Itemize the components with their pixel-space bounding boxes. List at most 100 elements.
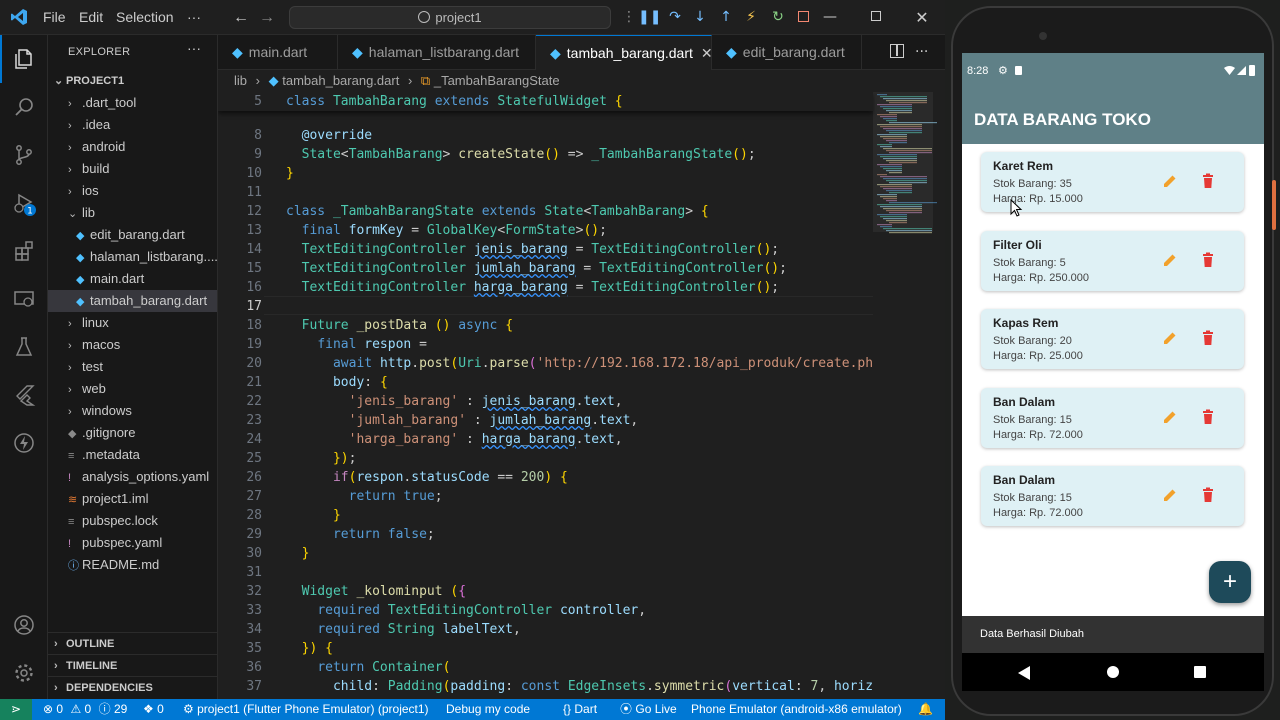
item-card[interactable]: Kapas Rem Stok Barang: 20 Harga: Rp. 25.00…	[981, 309, 1244, 369]
source-control-icon[interactable]	[0, 131, 48, 179]
remote-indicator-icon[interactable]: ⋗	[0, 699, 32, 720]
remote-explorer-icon[interactable]	[0, 275, 48, 323]
maximize-icon[interactable]	[853, 0, 899, 35]
debug-target[interactable]: ⚙ project1 (Flutter Phone Emulator) (pro…	[183, 699, 429, 720]
menu-selection[interactable]: Selection	[116, 0, 174, 35]
menu-file[interactable]: File	[43, 0, 66, 35]
hot-reload-icon[interactable]: ⚡	[740, 6, 762, 28]
run-debug-icon[interactable]: 1	[0, 179, 48, 227]
thunder-client-icon[interactable]	[0, 419, 48, 467]
volume-button[interactable]	[1272, 180, 1276, 230]
tree-item[interactable]: ◆ .gitignore	[48, 422, 217, 444]
tree-item[interactable]: › test	[48, 356, 217, 378]
tree-item[interactable]: ≡ .metadata	[48, 444, 217, 466]
minimap[interactable]	[873, 92, 945, 699]
search-icon[interactable]	[0, 83, 48, 131]
close-tab-icon[interactable]: ✕	[701, 45, 711, 61]
problems-indicator[interactable]: ⊗ 0 ⚠ 0 ⓘ 29	[43, 699, 127, 720]
project-root[interactable]: ⌄ PROJECT1	[48, 70, 217, 92]
edit-pencil-icon[interactable]	[1161, 251, 1179, 269]
step-into-icon[interactable]: ↓	[689, 6, 711, 28]
drag-handle-icon[interactable]: ⋮	[618, 6, 640, 28]
item-card[interactable]: Filter Oli Stok Barang: 5 Harga: Rp. 250.0…	[981, 230, 1244, 291]
delete-trash-icon[interactable]	[1199, 251, 1217, 269]
tree-item[interactable]: ⌄ lib	[48, 202, 217, 224]
delete-trash-icon[interactable]	[1199, 408, 1217, 426]
add-item-button[interactable]: +	[1209, 561, 1251, 603]
step-out-icon[interactable]: ↑	[715, 6, 737, 28]
tree-item[interactable]: ! pubspec.yaml	[48, 532, 217, 554]
go-live-button[interactable]: ⦿ Go Live	[620, 699, 677, 720]
step-over-icon[interactable]: ↷	[664, 6, 686, 28]
edit-pencil-icon[interactable]	[1161, 486, 1179, 504]
close-icon[interactable]: ✕	[899, 0, 945, 35]
bell-icon[interactable]: 🔔	[918, 699, 933, 720]
edit-pencil-icon[interactable]	[1161, 329, 1179, 347]
tree-item[interactable]: › ios	[48, 180, 217, 202]
breadcrumb-symbol[interactable]: _TambahBarangState	[434, 73, 560, 88]
tab-halaman-listbarang[interactable]: ◆ halaman_listbarang.dart	[338, 35, 536, 70]
recents-nav-icon[interactable]	[1194, 666, 1206, 678]
sticky-scroll-header[interactable]: 5 class TambahBarang extends StatefulWid…	[218, 92, 873, 111]
back-arrow-icon[interactable]: ←	[233, 0, 249, 35]
back-nav-icon[interactable]	[1018, 665, 1030, 684]
tab-main-dart[interactable]: ◆ main.dart	[218, 35, 338, 70]
tree-item[interactable]: › android	[48, 136, 217, 158]
tree-item[interactable]: ≡ pubspec.lock	[48, 510, 217, 532]
testing-icon[interactable]	[0, 323, 48, 371]
forward-arrow-icon[interactable]: →	[259, 0, 275, 35]
code-editor[interactable]: 5 class TambahBarang extends StatefulWid…	[218, 92, 945, 699]
tree-item[interactable]: ≋ project1.iml	[48, 488, 217, 510]
outline-section[interactable]: › OUTLINE	[48, 632, 217, 654]
tree-item[interactable]: ! analysis_options.yaml	[48, 466, 217, 488]
home-nav-icon[interactable]	[1107, 666, 1119, 678]
explorer-icon[interactable]	[0, 35, 48, 83]
tab-edit-barang[interactable]: ◆ edit_barang.dart	[712, 35, 862, 70]
search-icon	[418, 11, 431, 23]
timeline-section[interactable]: › TIMELINE	[48, 654, 217, 676]
item-card[interactable]: Ban Dalam Stok Barang: 15 Harga: Rp. 72.00…	[981, 387, 1244, 448]
code-line: }	[332, 508, 341, 523]
tree-item[interactable]: › .idea	[48, 114, 217, 136]
tree-item[interactable]: › windows	[48, 400, 217, 422]
delete-trash-icon[interactable]	[1199, 329, 1217, 347]
ports-indicator[interactable]: ❖ 0	[143, 699, 164, 720]
gear-icon[interactable]	[0, 649, 48, 697]
more-actions-icon[interactable]: ···	[915, 35, 928, 70]
info-icon: ⓘ	[98, 702, 111, 716]
tree-item[interactable]: › .dart_tool	[48, 92, 217, 114]
tree-item[interactable]: › linux	[48, 312, 217, 334]
debug-config[interactable]: Debug my code	[446, 699, 530, 720]
pause-icon[interactable]: ❚❚	[638, 6, 661, 28]
tree-item[interactable]: ◆ halaman_listbarang....	[48, 246, 217, 268]
device-selector[interactable]: Phone Emulator (android-x86 emulator)	[691, 699, 902, 720]
breadcrumb-folder[interactable]: lib	[234, 73, 247, 88]
delete-trash-icon[interactable]	[1199, 172, 1217, 190]
split-editor-icon[interactable]	[890, 44, 904, 58]
tree-item[interactable]: ⓘ README.md	[48, 554, 217, 576]
edit-pencil-icon[interactable]	[1161, 172, 1179, 190]
delete-trash-icon[interactable]	[1199, 486, 1217, 504]
dependencies-section[interactable]: › DEPENDENCIES	[48, 676, 217, 698]
menu-edit[interactable]: Edit	[79, 0, 103, 35]
more-actions-icon[interactable]: ···	[187, 40, 201, 56]
extensions-icon[interactable]	[0, 227, 48, 275]
flutter-icon[interactable]	[0, 371, 48, 419]
tree-item[interactable]: › web	[48, 378, 217, 400]
tree-item[interactable]: › build	[48, 158, 217, 180]
tree-item[interactable]: ◆ tambah_barang.dart	[48, 290, 217, 312]
restart-icon[interactable]: ↻	[767, 6, 789, 28]
minimize-icon[interactable]: —	[807, 0, 853, 35]
edit-pencil-icon[interactable]	[1161, 408, 1179, 426]
tree-item[interactable]: ◆ edit_barang.dart	[48, 224, 217, 246]
line-number: 23	[246, 413, 262, 428]
tree-item[interactable]: ◆ main.dart	[48, 268, 217, 290]
breadcrumb-file[interactable]: tambah_barang.dart	[282, 73, 399, 88]
language-mode[interactable]: {} Dart	[563, 699, 597, 720]
accounts-icon[interactable]	[0, 601, 48, 649]
tab-tambah-barang[interactable]: ◆ tambah_barang.dart ✕	[536, 35, 712, 70]
tree-item[interactable]: › macos	[48, 334, 217, 356]
menu-more[interactable]: ···	[187, 0, 201, 35]
item-card[interactable]: Ban Dalam Stok Barang: 15 Harga: Rp. 72.00…	[981, 466, 1244, 526]
command-center[interactable]: project1	[289, 6, 611, 29]
